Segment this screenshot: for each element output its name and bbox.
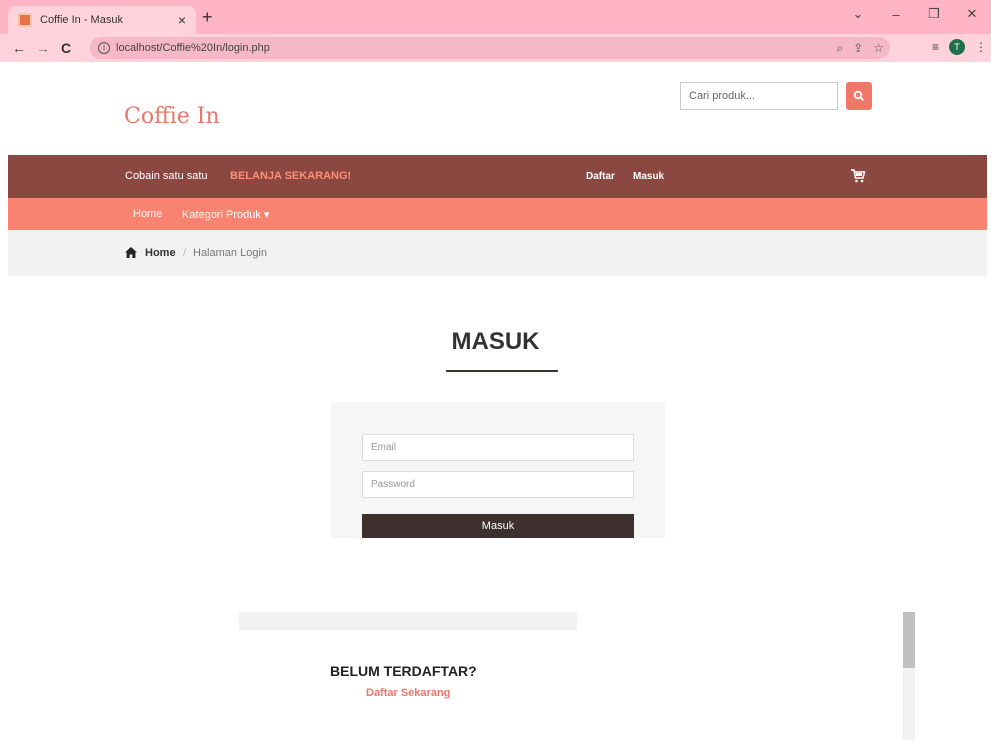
omnibox-actions: ⌕ ⇪ ☆ — [836, 41, 884, 56]
home-icon — [125, 247, 137, 258]
promo-text: Cobain satu satu — [125, 170, 208, 182]
search-button[interactable] — [846, 82, 872, 110]
minimize-button[interactable]: – — [877, 7, 915, 22]
product-search-input[interactable] — [680, 82, 838, 110]
shop-now-link[interactable]: BELANJA SEKARANG! — [230, 170, 351, 182]
site-info-icon[interactable]: i — [98, 42, 110, 54]
bookmark-star-icon[interactable]: ☆ — [873, 41, 884, 56]
new-tab-button[interactable]: + — [202, 7, 213, 28]
site-favicon-icon — [18, 13, 32, 27]
site-logo[interactable]: Coffie In — [124, 104, 220, 129]
reload-icon[interactable]: C — [60, 40, 72, 56]
search-icon — [853, 90, 865, 102]
reading-list-icon[interactable]: ≡ — [932, 40, 939, 54]
register-now-link[interactable]: Daftar Sekarang — [366, 687, 450, 699]
login-form: Masuk — [331, 402, 665, 538]
breadcrumb-home-link[interactable]: Home — [145, 247, 176, 259]
scrollbar-thumb[interactable] — [903, 612, 915, 668]
close-window-button[interactable]: ✕ — [953, 6, 991, 22]
browser-menu-icon[interactable]: ⋮ — [975, 40, 987, 54]
not-registered-heading: BELUM TERDAFTAR? — [330, 663, 477, 679]
register-card-top — [239, 612, 577, 630]
page: Coffie In Cobain satu satu BELANJA SEKAR… — [0, 62, 991, 740]
login-submit-button[interactable]: Masuk — [362, 514, 634, 538]
menu-item-home[interactable]: Home — [133, 208, 162, 220]
cart-icon[interactable] — [850, 168, 866, 184]
url-text: localhost/Coffie%20In/login.php — [116, 42, 270, 54]
browser-tab-strip: Coffie In - Masuk × + ⌄ – ❐ ✕ — [0, 0, 991, 34]
back-arrow-icon[interactable]: ← — [12, 40, 26, 56]
promo-bar: Cobain satu satu BELANJA SEKARANG! Dafta… — [8, 155, 987, 198]
profile-avatar[interactable]: T — [949, 39, 966, 55]
toolbar-right: ≡ T ⋮ — [932, 39, 987, 55]
login-link[interactable]: Masuk — [633, 171, 664, 182]
register-link[interactable]: Daftar — [586, 171, 615, 182]
title-underline — [446, 370, 558, 372]
window-controls: ⌄ – ❐ ✕ — [839, 0, 991, 28]
menu-item-category-dropdown[interactable]: Kategori Produk ▾ — [182, 208, 269, 221]
main-menu: Home Kategori Produk ▾ — [8, 198, 987, 230]
breadcrumb-current: Halaman Login — [193, 247, 267, 259]
breadcrumb: Home / Halaman Login — [8, 230, 987, 276]
tab-search-dropdown-icon[interactable]: ⌄ — [839, 6, 877, 22]
password-field[interactable] — [362, 471, 634, 498]
page-title: MASUK — [451, 328, 540, 355]
email-field[interactable] — [362, 434, 634, 461]
restore-button[interactable]: ❐ — [915, 6, 953, 22]
zoom-icon[interactable]: ⌕ — [836, 41, 843, 56]
tab-title: Coffie In - Masuk — [40, 14, 123, 26]
breadcrumb-separator: / — [183, 247, 187, 259]
browser-tab[interactable]: Coffie In - Masuk × — [8, 6, 196, 34]
tab-close-icon[interactable]: × — [178, 12, 186, 28]
share-icon[interactable]: ⇪ — [853, 41, 863, 56]
address-bar[interactable]: i localhost/Coffie%20In/login.php ⌕ ⇪ ☆ — [90, 37, 890, 59]
forward-arrow-icon[interactable]: → — [36, 40, 50, 56]
browser-toolbar: ← → C i localhost/Coffie%20In/login.php … — [0, 34, 991, 62]
